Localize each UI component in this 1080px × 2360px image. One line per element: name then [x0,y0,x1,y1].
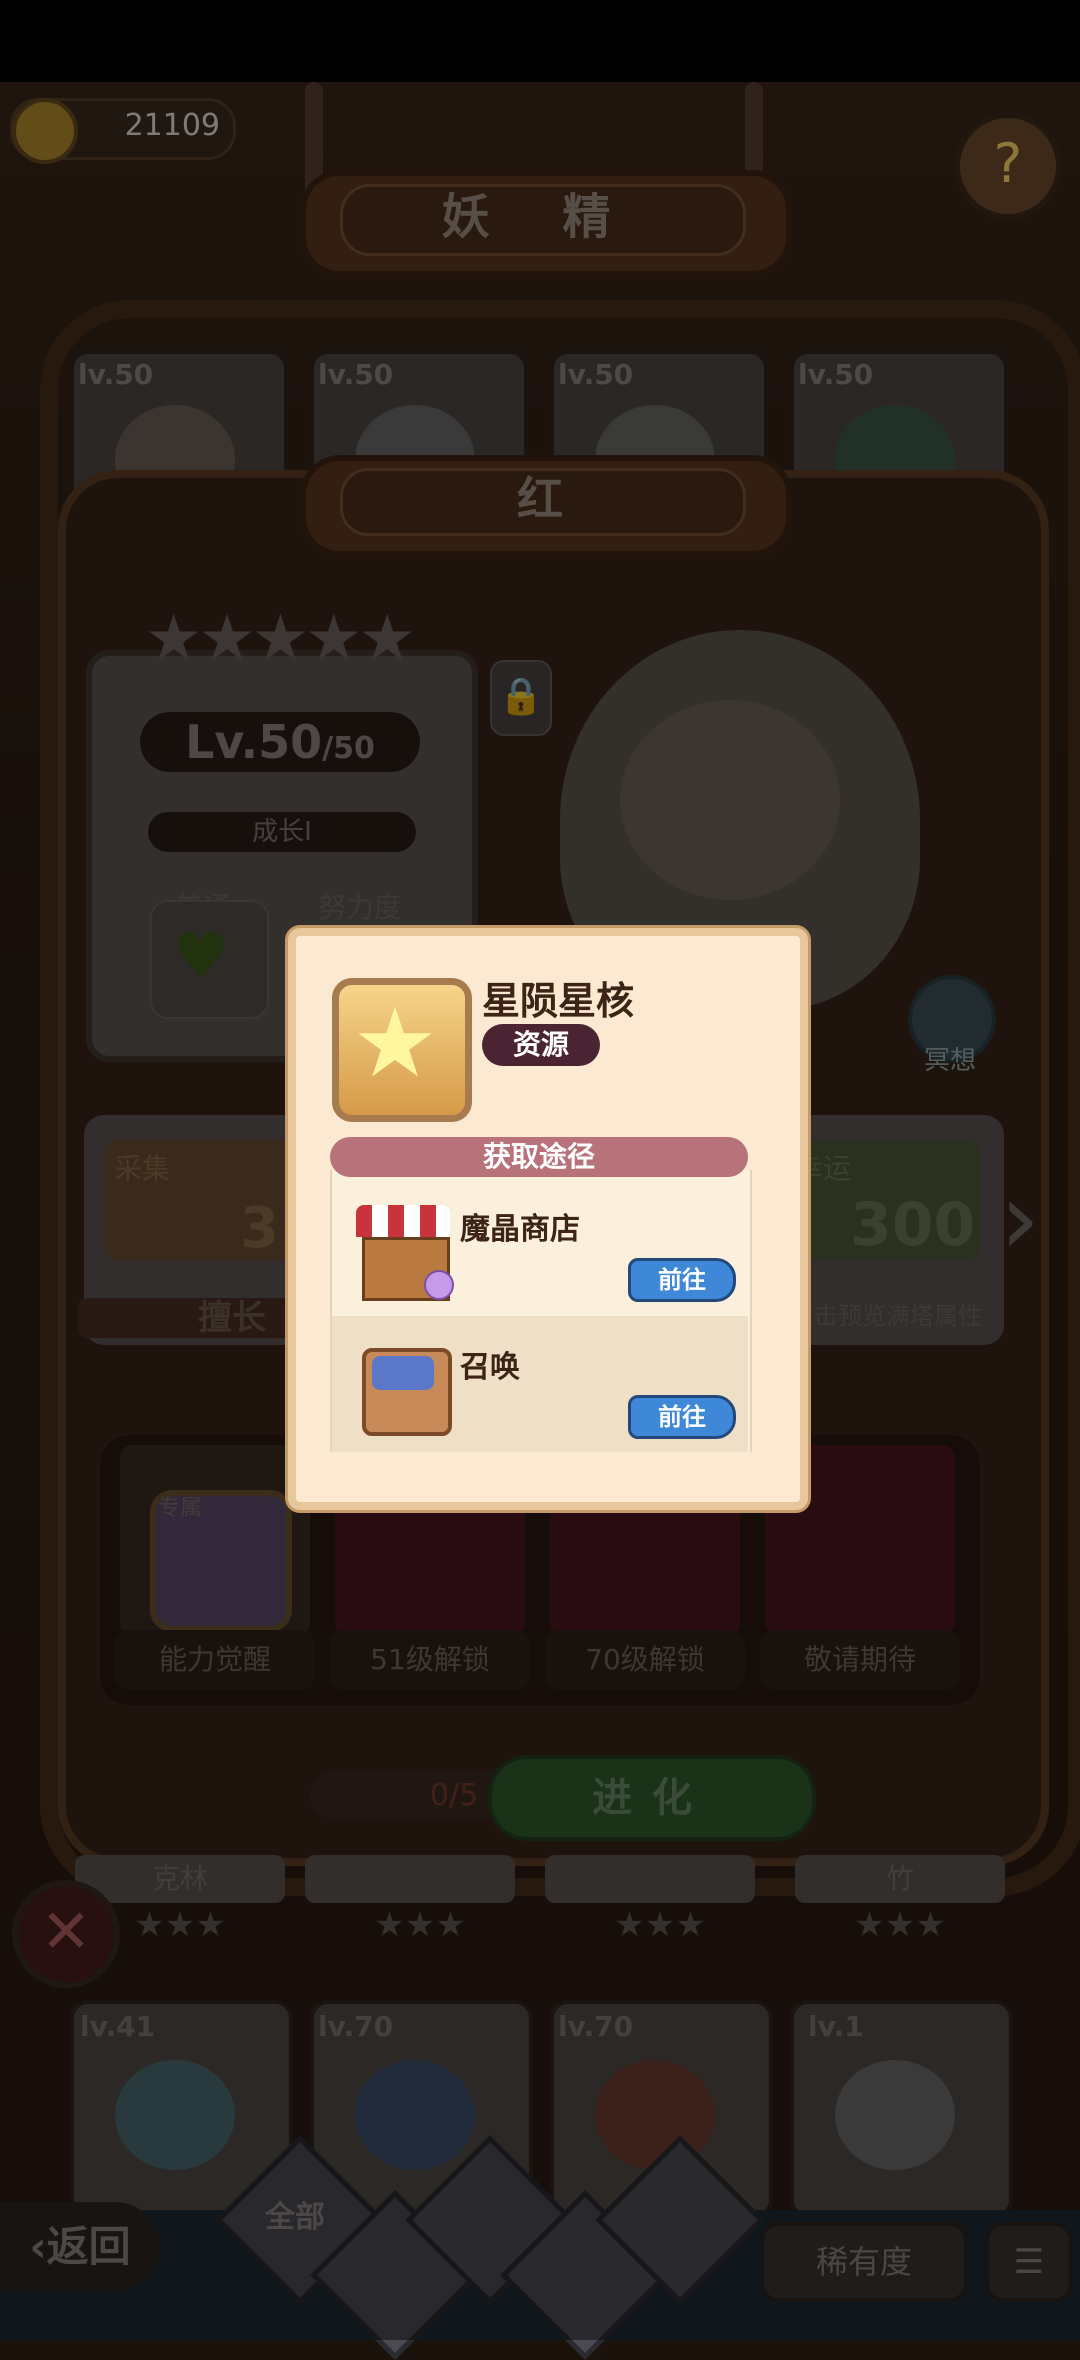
item-type-tag: 资源 [482,1024,600,1066]
star-core-icon: ★ [351,987,439,1099]
item-name: 星陨星核 [482,979,635,1023]
chest-glow [372,1356,434,1390]
source-name: 魔晶商店 [460,1212,580,1247]
go-button[interactable]: 前往 [628,1258,736,1302]
shop-icon [356,1205,450,1237]
status-bar [0,0,1080,82]
gem-icon [424,1270,454,1300]
go-button[interactable]: 前往 [628,1395,736,1439]
sources-header: 获取途径 [330,1137,748,1177]
source-name: 召唤 [460,1350,520,1385]
